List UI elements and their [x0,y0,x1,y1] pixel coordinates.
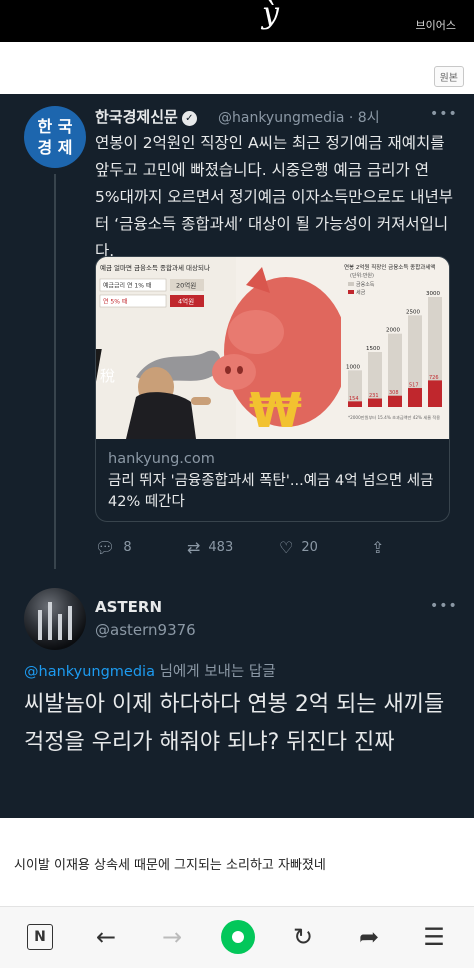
income-value-label: 1000 [346,364,360,370]
graphic-row2-value: 4억원 [178,297,194,306]
tax-value-label: 154 [349,396,359,402]
reply-author-name[interactable]: ASTERN [95,598,162,616]
reply-more-options-icon[interactable]: ••• [430,598,458,614]
chart-title: 연봉 2억원 직장인 금융소득 종합과세액 [344,263,435,271]
link-card-domain: hankyung.com [108,451,215,467]
post-comment-text: 시이발 이재용 상속세 때문에 그지되는 소리하고 자빠졌네 [14,858,326,873]
naver-home-icon[interactable]: N [27,924,53,950]
tweet-author-handle[interactable]: @hankyungmedia · 8시 [218,107,380,127]
legend-income: 금융소득 [356,282,375,288]
back-arrow-icon[interactable]: ← [90,921,122,953]
income-value-label: 2500 [406,309,420,315]
green-home-icon[interactable] [221,920,255,954]
link-card-title: 금리 뛰자 '금융종합과세 폭탄'...예금 4억 넘으면 세금 42% 떼간다 [108,473,434,510]
retweet-icon: ⇄ [187,538,201,557]
reply-author-handle[interactable]: @astern9376 [95,621,196,639]
top-dark-bar: ỳ 브이어스 [0,0,474,42]
income-value-label: 3000 [426,291,440,297]
legend-tax: 세금 [356,289,366,296]
reply-action[interactable]: 💬︎ 8 [95,538,132,557]
tax-value-label: 231 [369,393,379,399]
reply-text: 씨발놈아 이제 하다하다 연봉 2억 되는 새끼들 걱정을 우리가 해줘야 되냐… [24,692,445,755]
graphic-row1-label: 예금금리 연 1% 때 [103,282,151,290]
tweet-screenshot: 한 국 경 제 한국경제신문 ✓ @hankyungmedia · 8시 ••• … [0,94,474,818]
tax-bar [408,388,422,407]
retweet-action[interactable]: ⇄ 483 [187,538,233,557]
graphic-row1-value: 20억원 [176,281,196,290]
menu-icon[interactable]: ☰ [418,921,450,953]
chart-unit: (단위:만원) [350,272,374,279]
tax-value-label: 517 [409,383,419,389]
link-card-meta: hankyung.com 금리 뛰자 '금융종합과세 폭탄'...예금 4억 넘… [96,439,449,521]
verified-badge-icon: ✓ [181,111,197,126]
browser-bottom-bar: N ← → ↻ ➦ ☰ [0,906,474,968]
tweet-actions: 💬︎ 8 ⇄ 483 ♡ 20 ⇪ [95,538,445,560]
like-count: 20 [301,540,318,555]
won-symbol: ₩ [249,383,302,439]
tax-value-label: 308 [389,390,399,396]
like-action[interactable]: ♡ 20 [279,538,318,557]
reply-count: 8 [123,540,132,555]
share-icon: ⇪ [371,538,385,557]
replying-mention-link[interactable]: @hankyungmedia [24,664,155,680]
replying-to: @hankyungmedia 님에게 보내는 답글 [24,664,276,680]
link-card[interactable]: 예금 얼마면 금융소득 종합과세 대상되나 예금금리 연 1% 때 20억원 연… [95,256,450,522]
thread-line [54,174,56,569]
more-options-icon[interactable]: ••• [430,106,458,122]
share-action[interactable]: ⇪ [371,538,392,557]
original-image-button[interactable]: 원본 [433,66,464,87]
tweet-text: 연봉이 2억원인 직장인 A씨는 최근 정기예금 재예치를 앞두고 고민에 빠졌… [95,134,454,260]
article-thumbnail: 예금 얼마면 금융소득 종합과세 대상되나 예금금리 연 1% 때 20억원 연… [96,257,449,439]
income-value-label: 1500 [366,346,380,352]
tax-bar [388,395,402,407]
watermark: 브이어스 [415,19,456,32]
chart-footnote: *2000만원부터 15.4% 초과금액만 42% 세율 적용 [348,414,440,421]
graphic-row2-label: 연 5% 때 [103,298,127,306]
hankyung-avatar[interactable]: 한 국 경 제 [24,106,86,168]
retweet-count: 483 [208,540,234,555]
tax-character: 稅 [100,367,115,385]
forward-arrow-icon[interactable]: → [156,921,188,953]
heart-icon: ♡ [279,538,294,557]
share-arrow-icon[interactable]: ➦ [353,921,385,953]
tax-bar [368,398,382,407]
top-scribble: ỳ [262,0,279,31]
reply-icon: 💬︎ [95,538,116,557]
income-value-label: 2000 [386,328,400,334]
graphic-left-title: 예금 얼마면 금융소득 종합과세 대상되나 [100,263,210,272]
tax-value-label: 726 [429,375,439,381]
tax-bar [428,380,442,407]
refresh-icon[interactable]: ↻ [287,921,319,953]
tax-bar [348,401,362,407]
astern-avatar[interactable] [24,588,86,650]
tweet-author-name[interactable]: 한국경제신문 ✓ [95,106,197,127]
